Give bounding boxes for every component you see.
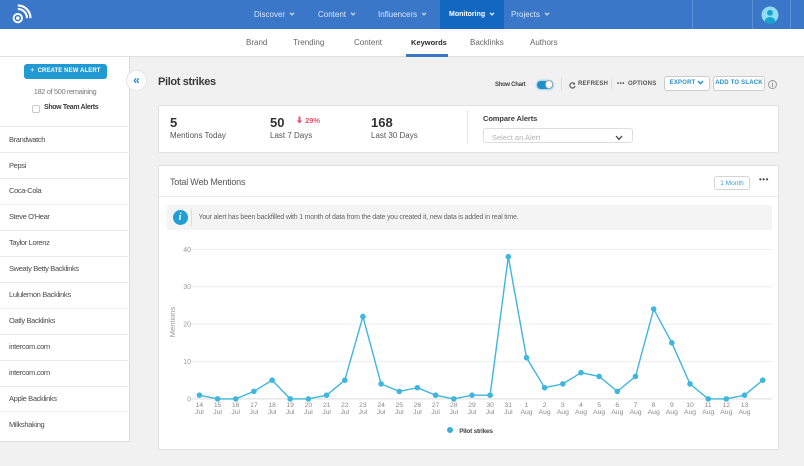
svg-text:Jul: Jul <box>377 409 386 416</box>
svg-text:Aug: Aug <box>684 409 696 416</box>
svg-text:Aug: Aug <box>629 409 641 416</box>
svg-text:Mentions: Mentions <box>168 307 177 338</box>
svg-text:Jul: Jul <box>304 409 313 416</box>
svg-text:Aug: Aug <box>611 409 623 416</box>
svg-text:Jul: Jul <box>504 409 513 416</box>
svg-text:40: 40 <box>183 247 191 254</box>
svg-text:Jul: Jul <box>213 409 222 416</box>
svg-text:Jul: Jul <box>340 409 349 416</box>
svg-text:30: 30 <box>183 284 191 291</box>
svg-text:Jul: Jul <box>413 409 422 416</box>
svg-text:Aug: Aug <box>575 409 587 416</box>
svg-text:Aug: Aug <box>666 409 678 416</box>
svg-text:20: 20 <box>183 322 191 329</box>
svg-text:Aug: Aug <box>738 409 750 416</box>
svg-text:Jul: Jul <box>268 409 277 416</box>
svg-text:Jul: Jul <box>286 409 295 416</box>
svg-text:Jul: Jul <box>449 409 458 416</box>
svg-text:Jul: Jul <box>486 409 495 416</box>
svg-text:10: 10 <box>183 359 191 366</box>
svg-text:Aug: Aug <box>720 409 732 416</box>
svg-text:Aug: Aug <box>648 409 660 416</box>
svg-text:0: 0 <box>187 396 191 403</box>
svg-text:Aug: Aug <box>520 409 532 416</box>
svg-text:Aug: Aug <box>539 409 551 416</box>
svg-text:Jul: Jul <box>250 409 259 416</box>
svg-text:Aug: Aug <box>702 409 714 416</box>
svg-text:Aug: Aug <box>557 409 569 416</box>
svg-text:Jul: Jul <box>468 409 477 416</box>
svg-text:Jul: Jul <box>195 409 204 416</box>
svg-text:Jul: Jul <box>231 409 240 416</box>
svg-text:Jul: Jul <box>395 409 404 416</box>
svg-text:Jul: Jul <box>431 409 440 416</box>
svg-text:Jul: Jul <box>359 409 368 416</box>
svg-text:Jul: Jul <box>322 409 331 416</box>
svg-text:Aug: Aug <box>593 409 605 416</box>
